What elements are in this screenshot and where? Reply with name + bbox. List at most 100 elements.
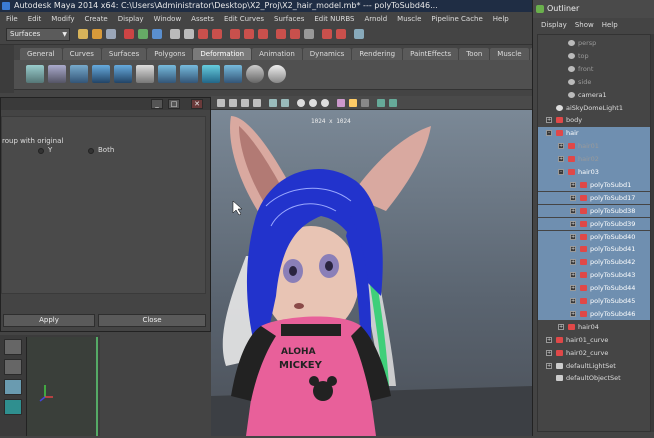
outliner-item[interactable]: + hair01_curve	[538, 334, 650, 347]
snap-curve-icon[interactable]	[184, 29, 194, 39]
grid-icon[interactable]	[253, 99, 261, 107]
select-hierarchy-icon[interactable]	[124, 29, 134, 39]
outliner-item[interactable]: + hair04	[538, 321, 650, 334]
expand-icon[interactable]: +	[570, 181, 576, 188]
shelf-tab-curves[interactable]: Curves	[62, 48, 101, 60]
menu-pipeline-cache[interactable]: Pipeline Cache	[431, 15, 482, 23]
shelf-tab-polygons[interactable]: Polygons	[147, 48, 193, 60]
outliner-item[interactable]: + polyToSubd40	[538, 230, 650, 244]
snap-grid-icon[interactable]	[170, 29, 180, 39]
shelf-tab-toon[interactable]: Toon	[459, 48, 490, 60]
flare-icon[interactable]	[92, 65, 110, 83]
expand-icon[interactable]: +	[570, 259, 576, 266]
outliner-menu-help[interactable]: Help	[602, 18, 618, 32]
snap-point-icon[interactable]	[198, 29, 208, 39]
expand-icon[interactable]: +	[558, 156, 564, 163]
expand-icon[interactable]: +	[570, 220, 576, 227]
outliner-item[interactable]: + body	[538, 114, 650, 127]
expand-icon[interactable]: +	[558, 323, 564, 330]
collapse-icon[interactable]: -	[558, 169, 564, 175]
menu-edit[interactable]: Edit	[28, 15, 42, 23]
layout-persp-outliner-icon[interactable]	[4, 379, 22, 395]
expand-icon[interactable]: +	[546, 349, 552, 356]
sculpt-deformer-icon[interactable]	[246, 65, 264, 83]
close-button[interactable]: Close	[98, 314, 206, 327]
sculpt-icon[interactable]	[322, 29, 332, 39]
wave-icon[interactable]	[180, 65, 198, 83]
wireframe-icon[interactable]	[297, 99, 305, 107]
shelf-tab-general[interactable]: General	[20, 48, 62, 60]
new-scene-icon[interactable]	[78, 29, 88, 39]
outliner-item[interactable]: + hair01	[538, 140, 650, 153]
sine-icon[interactable]	[114, 65, 132, 83]
squash-icon[interactable]	[136, 65, 154, 83]
render-view-icon[interactable]	[336, 29, 346, 39]
close-window-button[interactable]: ✕	[191, 99, 203, 109]
shelf-tab-muscle[interactable]: Muscle	[490, 48, 529, 60]
soft-mod-icon[interactable]	[268, 65, 286, 83]
menu-edit-curves[interactable]: Edit Curves	[224, 15, 264, 23]
cluster-icon[interactable]	[48, 65, 66, 83]
mode-selector[interactable]: Surfaces ▼	[6, 28, 70, 41]
layout-four-icon[interactable]	[4, 359, 22, 375]
3d-viewport[interactable]: ALOHA MICKEY	[211, 96, 532, 436]
snap-plane-icon[interactable]	[212, 29, 222, 39]
image-plane-icon[interactable]	[241, 99, 249, 107]
outliner-item[interactable]: + polyToSubd44	[538, 282, 650, 295]
collapse-icon[interactable]: -	[546, 130, 552, 137]
ipr-render-icon[interactable]	[258, 29, 268, 39]
outliner-item[interactable]: top	[538, 50, 650, 63]
bend-icon[interactable]	[70, 65, 88, 83]
save-scene-icon[interactable]	[106, 29, 116, 39]
expand-icon[interactable]: +	[570, 207, 576, 214]
minimize-button[interactable]: _	[151, 99, 163, 109]
menu-window[interactable]: Window	[154, 15, 182, 23]
resolution-gate-icon[interactable]	[281, 99, 289, 107]
isolate-select-icon[interactable]	[377, 99, 385, 107]
wireframe-on-shaded-icon[interactable]	[321, 99, 329, 107]
expand-icon[interactable]: +	[570, 285, 576, 292]
outliner-item[interactable]: camera1	[538, 89, 650, 102]
history-icon[interactable]	[230, 29, 240, 39]
select-object-icon[interactable]	[138, 29, 148, 39]
smooth-shade-icon[interactable]	[309, 99, 317, 107]
shelf-tab-animation[interactable]: Animation	[252, 48, 302, 60]
outliner-item[interactable]: + polyToSubd1	[538, 178, 650, 192]
shelf-tab-dynamics[interactable]: Dynamics	[302, 48, 352, 60]
layout-single-icon[interactable]	[4, 339, 22, 355]
outliner-title-bar[interactable]: Outliner	[533, 0, 654, 18]
apply-button[interactable]: Apply	[3, 314, 95, 327]
outliner-item[interactable]: + polyToSubd42	[538, 256, 650, 269]
outliner-item[interactable]: aiSkyDomeLight1	[538, 102, 650, 115]
open-scene-icon[interactable]	[92, 29, 102, 39]
dialog-title-bar[interactable]: _ □ ✕	[1, 98, 210, 110]
bookmark-icon[interactable]	[229, 99, 237, 107]
outliner-item[interactable]: side	[538, 76, 650, 89]
film-gate-icon[interactable]	[269, 99, 277, 107]
select-component-icon[interactable]	[152, 29, 162, 39]
outliner-item[interactable]: + hair02	[538, 153, 650, 166]
menu-help[interactable]: Help	[493, 15, 509, 23]
outliner-item[interactable]: + polyToSubd46	[538, 307, 650, 321]
layout-graph-icon[interactable]	[4, 399, 22, 415]
shelf-tab-surfaces[interactable]: Surfaces	[101, 48, 147, 60]
shadows-icon[interactable]	[361, 99, 369, 107]
menu-surfaces[interactable]: Surfaces	[274, 15, 304, 23]
render-current-icon[interactable]	[244, 29, 254, 39]
toggle-panel-icon[interactable]	[354, 29, 364, 39]
outliner-item[interactable]: + polyToSubd45	[538, 295, 650, 308]
twist-icon[interactable]	[158, 65, 176, 83]
outliner-item[interactable]: + polyToSubd41	[538, 243, 650, 256]
expand-icon[interactable]: +	[546, 362, 552, 369]
outliner-item[interactable]: defaultObjectSet	[538, 372, 650, 385]
outliner-item[interactable]: + polyToSubd43	[538, 269, 650, 282]
menu-display[interactable]: Display	[118, 15, 144, 23]
outliner-item[interactable]: - hair	[538, 127, 650, 140]
maximize-button[interactable]: □	[168, 99, 180, 109]
expand-icon[interactable]: +	[570, 310, 576, 317]
render-settings-icon[interactable]	[276, 29, 286, 39]
outliner-item[interactable]: - hair03	[538, 166, 650, 179]
outliner-item[interactable]: + polyToSubd17	[538, 191, 650, 205]
expand-icon[interactable]: +	[546, 117, 552, 124]
outliner-item[interactable]: + hair02_curve	[538, 347, 650, 360]
